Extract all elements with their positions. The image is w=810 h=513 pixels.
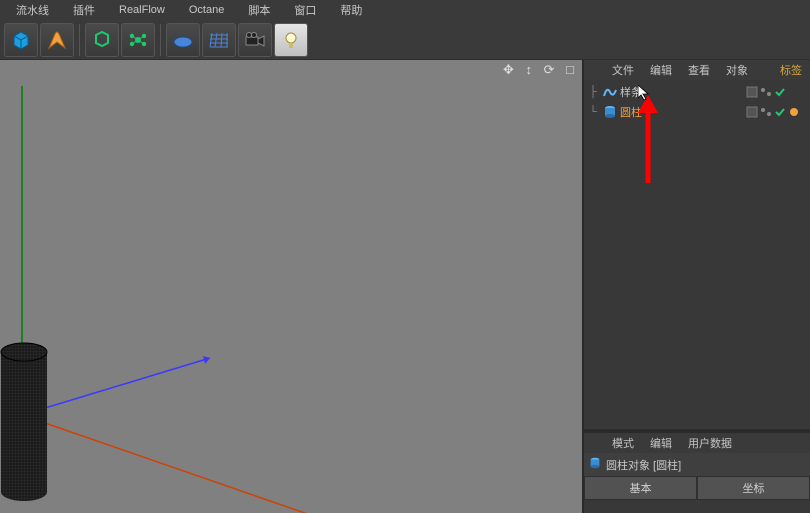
attr-title: 圆柱对象 [圆柱] [584, 453, 810, 476]
attr-tabs: 基本 坐标 [584, 476, 810, 500]
main-toolbar [0, 20, 810, 60]
object-name[interactable]: 圆柱 [618, 104, 746, 120]
visibility-toggle-icon[interactable] [746, 106, 758, 118]
menu-realflow[interactable]: RealFlow [107, 2, 177, 18]
attr-title-text: 圆柱对象 [圆柱] [606, 457, 681, 473]
tool-pen[interactable] [40, 23, 74, 57]
tool-grid[interactable] [202, 23, 236, 57]
tool-instance[interactable] [85, 23, 119, 57]
menu-plugin[interactable]: 插件 [61, 0, 107, 20]
object-row-cylinder[interactable]: └ 圆柱 [584, 102, 810, 122]
right-panel: 文件 编辑 查看 对象 标签 ├ 样条 └ 圆柱 [584, 60, 810, 513]
objmenu-object[interactable]: 对象 [718, 60, 756, 80]
cylinder-icon [602, 104, 618, 120]
objmenu-tags[interactable]: 标签 [772, 60, 810, 80]
attrmenu-userdata[interactable]: 用户数据 [680, 433, 740, 453]
objmenu-edit[interactable]: 编辑 [642, 60, 680, 80]
attrmenu-mode[interactable]: 模式 [604, 433, 642, 453]
spline-icon [602, 84, 618, 100]
separator [160, 24, 161, 56]
tool-cube[interactable] [4, 23, 38, 57]
object-manager-menubar: 文件 编辑 查看 对象 标签 [584, 60, 810, 80]
cylinder-object[interactable] [0, 342, 50, 502]
object-row-spline[interactable]: ├ 样条 [584, 82, 810, 102]
attr-menubar: 模式 编辑 用户数据 [584, 433, 810, 453]
render-toggle-icon[interactable] [760, 86, 772, 98]
objmenu-view[interactable]: 查看 [680, 60, 718, 80]
menu-octane[interactable]: Octane [177, 2, 236, 18]
viewport-overlay [0, 60, 582, 513]
enable-toggle-icon[interactable] [774, 106, 786, 118]
menu-pipeline[interactable]: 流水线 [4, 0, 61, 20]
attribute-manager: 模式 编辑 用户数据 圆柱对象 [圆柱] 基本 坐标 [584, 433, 810, 513]
menu-help[interactable]: 帮助 [328, 0, 374, 20]
separator [79, 24, 80, 56]
tag-phong-icon[interactable] [788, 106, 800, 118]
tool-camera[interactable] [238, 23, 272, 57]
objmenu-file[interactable]: 文件 [604, 60, 642, 80]
attr-tab-coord[interactable]: 坐标 [697, 476, 810, 500]
menu-window[interactable]: 窗口 [282, 0, 328, 20]
enable-toggle-icon[interactable] [774, 86, 786, 98]
tool-atom[interactable] [121, 23, 155, 57]
object-toggles[interactable] [746, 106, 810, 118]
object-list[interactable]: ├ 样条 └ 圆柱 [584, 80, 810, 429]
render-toggle-icon[interactable] [760, 106, 772, 118]
object-name[interactable]: 样条 [618, 84, 746, 100]
cylinder-icon [588, 456, 602, 473]
object-toggles[interactable] [746, 86, 810, 98]
attr-tab-basic[interactable]: 基本 [584, 476, 697, 500]
grip-icon[interactable] [588, 62, 604, 78]
tool-light[interactable] [274, 23, 308, 57]
tool-disc[interactable] [166, 23, 200, 57]
viewport[interactable]: ✥ ↕ ⟳ □ [0, 60, 584, 513]
attrmenu-edit[interactable]: 编辑 [642, 433, 680, 453]
tree-branch-icon: ├ [584, 86, 602, 98]
grip-icon[interactable] [588, 435, 604, 451]
tree-branch-icon: └ [584, 106, 602, 118]
main-menubar: 流水线 插件 RealFlow Octane 脚本 窗口 帮助 [0, 0, 810, 20]
menu-script[interactable]: 脚本 [236, 0, 282, 20]
visibility-toggle-icon[interactable] [746, 86, 758, 98]
